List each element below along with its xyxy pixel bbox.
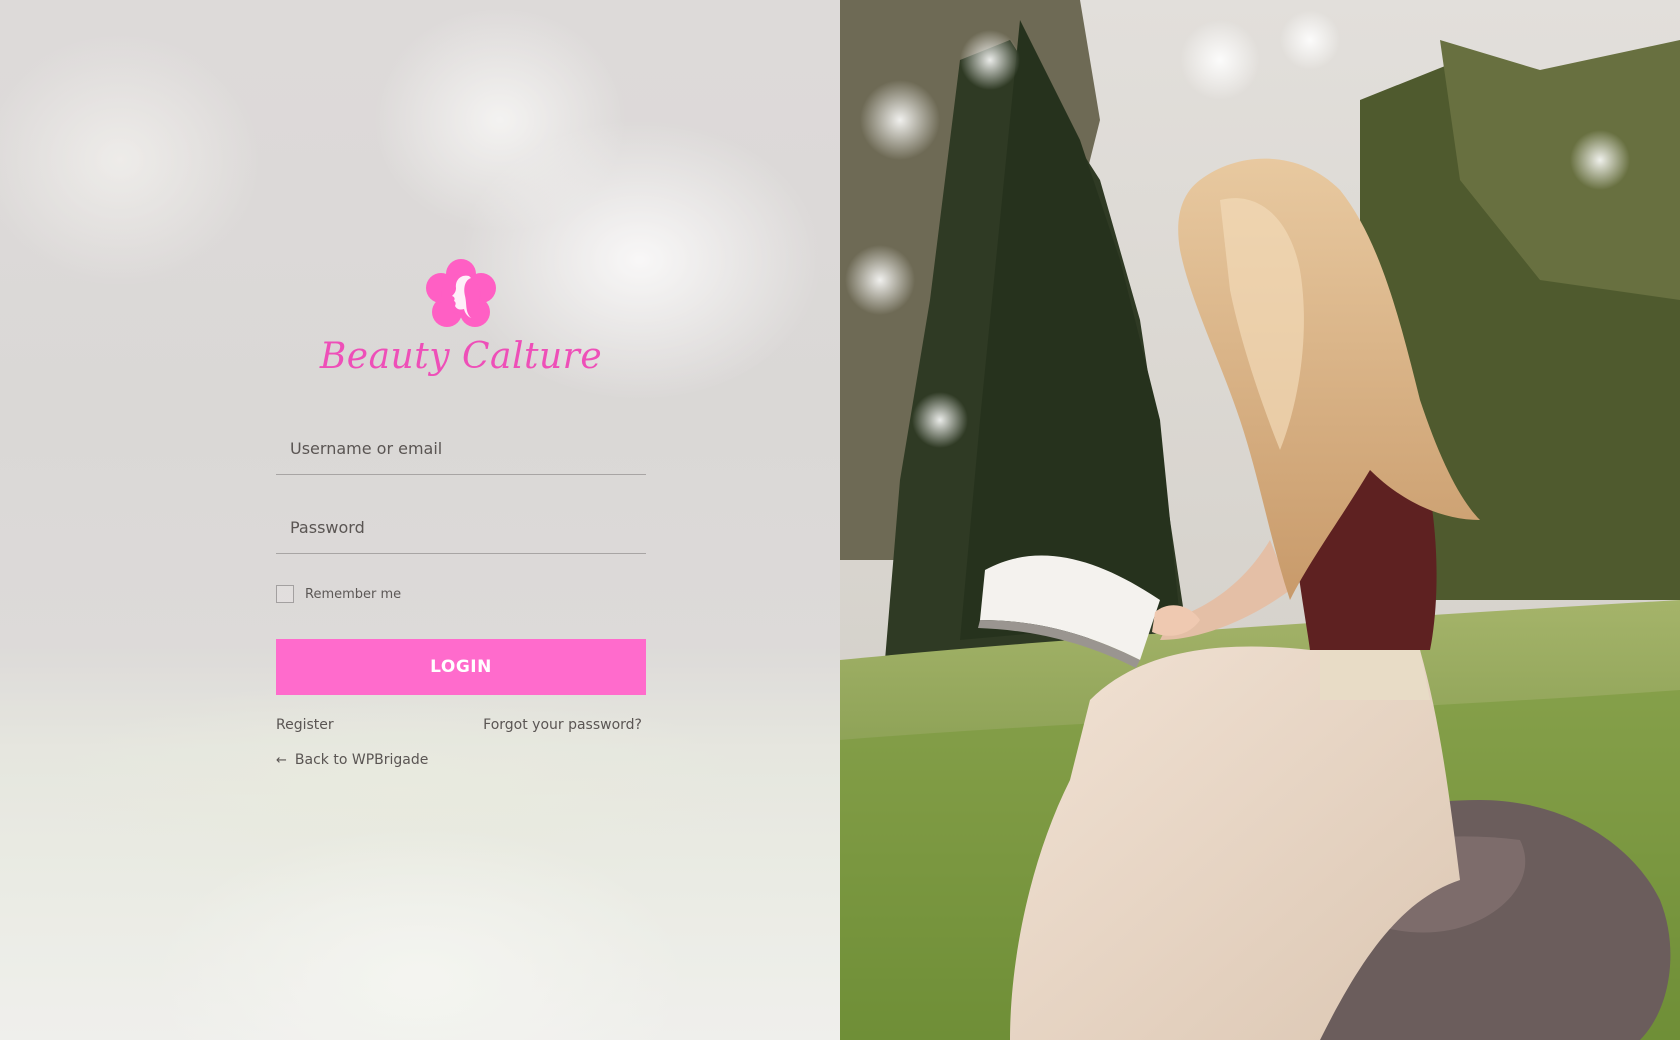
hero-photo <box>840 0 1680 1040</box>
remember-me-checkbox[interactable] <box>276 585 294 603</box>
forgot-password-link[interactable]: Forgot your password? <box>483 717 642 733</box>
remember-me-label[interactable]: Remember me <box>305 587 401 602</box>
login-page: Beauty Calture Remember me LOGIN Registe… <box>0 0 1680 1040</box>
login-panel-background: Beauty Calture Remember me LOGIN Registe… <box>0 0 840 1040</box>
arrow-left-icon: ← <box>276 752 287 768</box>
username-input[interactable] <box>276 422 646 474</box>
back-to-site-row[interactable]: ← Back to WPBrigade <box>276 752 646 768</box>
woman-reading-photo <box>840 0 1680 1040</box>
site-logo[interactable]: Beauty Calture <box>276 258 646 398</box>
password-field-wrapper <box>276 501 646 554</box>
password-input[interactable] <box>276 501 646 553</box>
login-button[interactable]: LOGIN <box>276 639 646 695</box>
register-link[interactable]: Register <box>276 717 334 733</box>
login-form-container: Beauty Calture Remember me LOGIN Registe… <box>276 258 646 768</box>
back-to-site-link[interactable]: Back to WPBrigade <box>295 752 428 768</box>
auth-links-row: Register Forgot your password? <box>276 717 642 733</box>
remember-me-row: Remember me <box>276 584 646 604</box>
logo-wordmark: Beauty Calture <box>319 336 603 377</box>
username-field-wrapper <box>276 422 646 475</box>
flower-woman-face-icon <box>426 259 496 327</box>
